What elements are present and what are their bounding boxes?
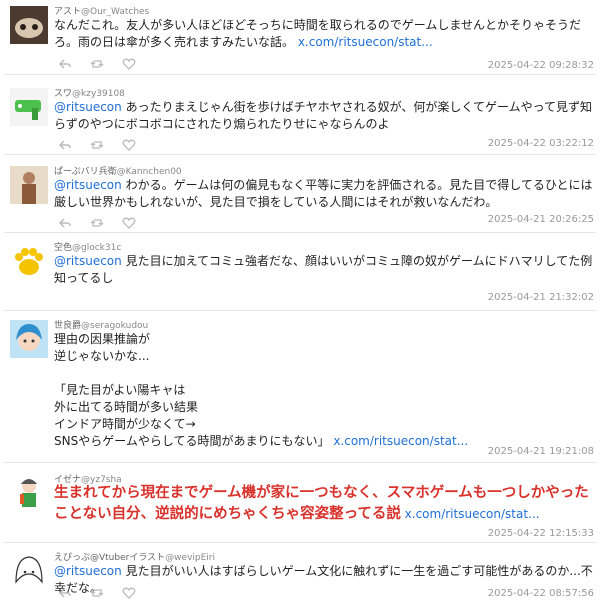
tweet-timestamp[interactable]: 2025-04-22 08:57:56 (488, 588, 594, 599)
tweet-header: 空色@glock31c (54, 240, 121, 253)
tweet-text: 生まれてから現在までゲーム機が家に一つもなく、スマホゲームも一つしかやったことな… (54, 483, 594, 525)
tweet-body-text: わかる。ゲームは何の偏見もなく平等に実力を評価される。見た目で得してるひとには厳… (54, 178, 593, 209)
avatar[interactable] (10, 6, 48, 44)
user-name[interactable]: 世良爵 (54, 321, 81, 331)
user-handle[interactable]: @glock31c (72, 243, 121, 253)
avatar[interactable] (10, 166, 48, 204)
tweet-timestamp[interactable]: 2025-04-22 03:22:12 (488, 138, 594, 149)
like-icon[interactable] (122, 586, 136, 600)
avatar[interactable] (10, 552, 48, 590)
reply-icon[interactable] (58, 216, 72, 230)
tweet-header: えぴっぷ@Vtuberイラスト@wevipEiri (54, 550, 215, 563)
tweet-text: 理由の因果推論が 逆じゃないかな... 「見た目がよい陽キャは 外に出てる時間が… (54, 331, 594, 450)
tweet-actions (58, 138, 136, 152)
tweet-timestamp[interactable]: 2025-04-22 12:15:33 (488, 528, 594, 539)
tweet-header: スワ@kzy39108 (54, 86, 125, 99)
tweet: えぴっぷ@Vtuberイラスト@wevipEiri @ritsuecon 見た目… (4, 546, 596, 604)
like-icon[interactable] (122, 216, 136, 230)
like-icon[interactable] (122, 138, 136, 152)
tweet-mention[interactable]: @ritsuecon (54, 100, 122, 114)
user-name[interactable]: アスト (54, 7, 81, 17)
tweet-actions (58, 57, 136, 71)
tweet-mention[interactable]: @ritsuecon (54, 254, 122, 268)
tweet-link[interactable]: x.com/ritsuecon/stat... (333, 434, 468, 448)
user-name[interactable]: ぱーぷバリ兵衛 (54, 167, 117, 177)
user-handle[interactable]: @kzy39108 (72, 89, 125, 99)
tweet: 世良爵@seragokudou 理由の因果推論が 逆じゃないかな... 「見た目… (4, 314, 596, 463)
reply-icon[interactable] (58, 138, 72, 152)
retweet-icon[interactable] (90, 138, 104, 152)
tweet-header: アスト@Our_Watches (54, 4, 149, 17)
tweet-timestamp[interactable]: 2025-04-21 21:32:02 (488, 292, 594, 303)
tweet-header: 世良爵@seragokudou (54, 318, 148, 331)
user-handle[interactable]: @Our_Watches (81, 7, 149, 17)
tweet-timestamp[interactable]: 2025-04-22 09:28:32 (488, 60, 594, 71)
retweet-icon[interactable] (90, 216, 104, 230)
tweet: アスト@Our_Watches なんだこれ。友人が多い人ほどほどそっちに時間を取… (4, 0, 596, 75)
tweet-text: @ritsuecon 見た目に加えてコミュ強者だな、顔はいいがコミュ障の奴がゲー… (54, 253, 594, 287)
user-name[interactable]: えぴっぷ@Vtuberイラスト (54, 553, 165, 563)
tweet-body-text: 理由の因果推論が 逆じゃないかな... 「見た目がよい陽キャは 外に出てる時間が… (54, 332, 330, 448)
tweet-link[interactable]: x.com/ritsuecon/stat... (401, 507, 540, 521)
tweet-text: @ritsuecon わかる。ゲームは何の偏見もなく平等に実力を評価される。見た… (54, 177, 594, 211)
tweet-actions (58, 216, 136, 230)
reply-icon[interactable] (58, 586, 72, 600)
tweet-text: なんだこれ。友人が多い人ほどほどそっちに時間を取られるのでゲームしませんとかそり… (54, 17, 594, 51)
reply-icon[interactable] (58, 57, 72, 71)
tweet: 空色@glock31c @ritsuecon 見た目に加えてコミュ強者だな、顔は… (4, 236, 596, 311)
like-icon[interactable] (122, 57, 136, 71)
retweet-icon[interactable] (90, 586, 104, 600)
tweet-body-text: 見た目に加えてコミュ強者だな、顔はいいがコミュ障の奴がゲームにドハマリしてた例知… (54, 254, 593, 285)
user-name[interactable]: 空色 (54, 243, 72, 253)
tweet: イゼナ@yz7sha 生まれてから現在までゲーム機が家に一つもなく、スマホゲーム… (4, 468, 596, 543)
tweet-link[interactable]: x.com/ritsuecon/stat... (298, 35, 433, 49)
tweet-body-text: あったりまえじゃん街を歩けばチヤホヤされる奴が、何が楽しくてゲームやって見ず知ら… (54, 100, 593, 131)
avatar[interactable] (10, 320, 48, 358)
user-name[interactable]: スワ (54, 89, 72, 99)
avatar[interactable] (10, 88, 48, 126)
user-handle[interactable]: @seragokudou (81, 321, 148, 331)
tweet-timestamp[interactable]: 2025-04-21 20:26:25 (488, 214, 594, 225)
user-handle[interactable]: @wevipEiri (165, 553, 215, 563)
retweet-icon[interactable] (90, 57, 104, 71)
avatar[interactable] (10, 242, 48, 280)
tweet: ぱーぷバリ兵衛@Kannchen00 @ritsuecon わかる。ゲームは何の… (4, 160, 596, 233)
tweet-header: ぱーぷバリ兵衛@Kannchen00 (54, 164, 182, 177)
tweet-timestamp[interactable]: 2025-04-21 19:21:08 (488, 446, 594, 457)
tweet-actions (58, 586, 136, 600)
tweet: スワ@kzy39108 @ritsuecon あったりまえじゃん街を歩けばチヤホ… (4, 82, 596, 155)
avatar[interactable] (10, 474, 48, 512)
user-handle[interactable]: @Kannchen00 (117, 167, 182, 177)
tweet-text: @ritsuecon あったりまえじゃん街を歩けばチヤホヤされる奴が、何が楽しく… (54, 99, 594, 133)
tweet-feed: アスト@Our_Watches なんだこれ。友人が多い人ほどほどそっちに時間を取… (0, 0, 600, 604)
tweet-mention[interactable]: @ritsuecon (54, 178, 122, 192)
tweet-mention[interactable]: @ritsuecon (54, 564, 122, 578)
